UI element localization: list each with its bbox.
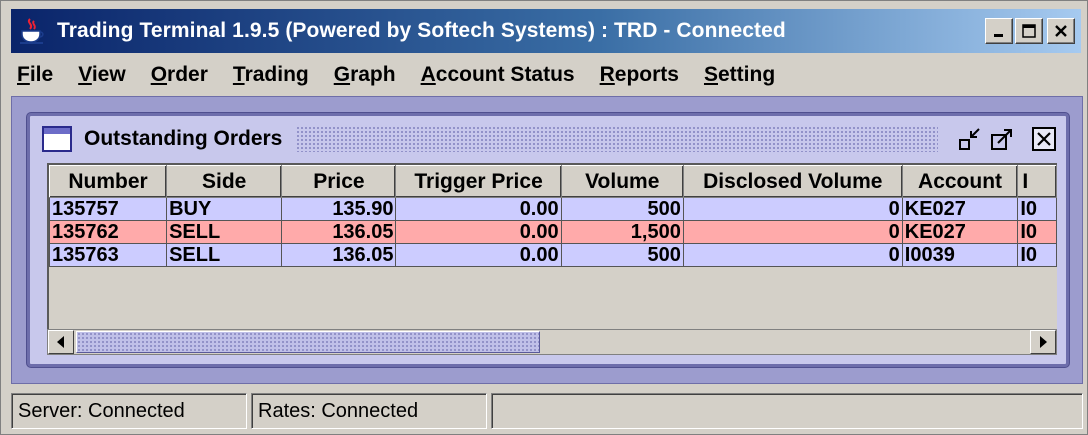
maximize-button[interactable] [1015, 18, 1043, 44]
cell-disclosed-volume: 0 [682, 197, 903, 221]
menu-trading[interactable]: Trading [233, 63, 309, 87]
cell-disclosed-volume: 0 [682, 243, 903, 267]
frame-close-button[interactable] [1030, 125, 1058, 153]
cell-extra: I0 [1017, 220, 1057, 244]
cell-price: 136.05 [281, 243, 397, 267]
cell-side: SELL [166, 243, 283, 267]
cell-disclosed-volume: 0 [682, 220, 903, 244]
title-bar[interactable]: Trading Terminal 1.9.5 (Powered by Softe… [11, 9, 1081, 53]
menu-account-status[interactable]: Account Status [421, 63, 575, 87]
cell-price: 135.90 [281, 197, 397, 221]
cell-volume: 1,500 [560, 220, 684, 244]
cell-trigger-price: 0.00 [395, 243, 562, 267]
cell-price: 136.05 [281, 220, 397, 244]
menu-reports[interactable]: Reports [600, 63, 679, 87]
arrow-right-icon [1040, 336, 1047, 348]
table-header-row: Number Side Price Trigger Price Volume D… [49, 165, 1057, 198]
status-extra [491, 393, 1083, 429]
menu-file[interactable]: File [17, 63, 53, 87]
scroll-right-button[interactable] [1030, 330, 1056, 354]
table-row[interactable]: 135763 SELL 136.05 0.00 500 0 I0039 I0 [49, 243, 1057, 267]
menu-order[interactable]: Order [151, 63, 208, 87]
window-controls [985, 18, 1075, 44]
horizontal-scrollbar[interactable] [47, 329, 1057, 355]
window-title: Trading Terminal 1.9.5 (Powered by Softe… [57, 19, 786, 42]
close-icon [1055, 25, 1067, 37]
arrow-left-icon [57, 336, 64, 348]
java-coffee-icon [17, 16, 47, 46]
scrollbar-track[interactable] [74, 330, 1030, 354]
cell-account: I0039 [901, 243, 1019, 267]
cell-account: KE027 [901, 220, 1019, 244]
cell-volume: 500 [560, 243, 684, 267]
cell-extra: I0 [1017, 243, 1057, 267]
column-header-disclosed-volume[interactable]: Disclosed Volume [682, 165, 903, 198]
cell-extra: I0 [1017, 197, 1057, 221]
cell-number: 135757 [49, 197, 168, 221]
frame-minimize-button[interactable] [956, 125, 984, 153]
menu-bar: File View Order Trading Graph Account Status R… [11, 57, 1081, 93]
status-bar: Server: Connected Rates: Connected [11, 393, 1083, 429]
column-header-trigger-price[interactable]: Trigger Price [395, 165, 562, 198]
cell-account: KE027 [901, 197, 1019, 221]
minimize-icon [994, 34, 1003, 37]
cell-trigger-price: 0.00 [395, 197, 562, 221]
cell-number: 135762 [49, 220, 168, 244]
frame-maximize-button[interactable] [988, 125, 1016, 153]
maximize-icon [1022, 24, 1036, 38]
column-header-side[interactable]: Side [166, 165, 283, 198]
scrollbar-thumb[interactable] [76, 331, 540, 353]
window-frame-icon [42, 126, 72, 152]
column-header-number[interactable]: Number [49, 165, 168, 198]
cell-side: SELL [166, 220, 283, 244]
column-header-volume[interactable]: Volume [560, 165, 684, 198]
cell-side: BUY [166, 197, 283, 221]
table-row[interactable]: 135762 SELL 136.05 0.00 1,500 0 KE027 I0 [49, 220, 1057, 244]
menu-view[interactable]: View [78, 63, 126, 87]
menu-graph[interactable]: Graph [334, 63, 396, 87]
cell-number: 135763 [49, 243, 168, 267]
frame-title: Outstanding Orders [84, 127, 283, 150]
maximize-icon [991, 129, 1012, 150]
table-row[interactable]: 135757 BUY 135.90 0.00 500 0 KE027 I0 [49, 197, 1057, 221]
title-bar-texture [296, 126, 938, 152]
minimize-button[interactable] [985, 18, 1013, 44]
status-rates: Rates: Connected [251, 393, 487, 429]
menu-setting[interactable]: Setting [704, 63, 775, 87]
app-window: Trading Terminal 1.9.5 (Powered by Softe… [0, 0, 1088, 435]
column-header-account[interactable]: Account [901, 165, 1019, 198]
close-icon [1032, 127, 1056, 151]
orders-table: Number Side Price Trigger Price Volume D… [49, 165, 1057, 267]
frame-title-bar[interactable]: Outstanding Orders [40, 121, 1058, 157]
cell-trigger-price: 0.00 [395, 220, 562, 244]
minimize-icon [959, 128, 980, 150]
scroll-left-button[interactable] [48, 330, 74, 354]
cell-volume: 500 [560, 197, 684, 221]
column-header-price[interactable]: Price [281, 165, 397, 198]
orders-table-area: Number Side Price Trigger Price Volume D… [47, 163, 1057, 329]
column-header-partial[interactable]: I [1017, 165, 1057, 198]
close-button[interactable] [1047, 18, 1075, 44]
status-server: Server: Connected [11, 393, 247, 429]
